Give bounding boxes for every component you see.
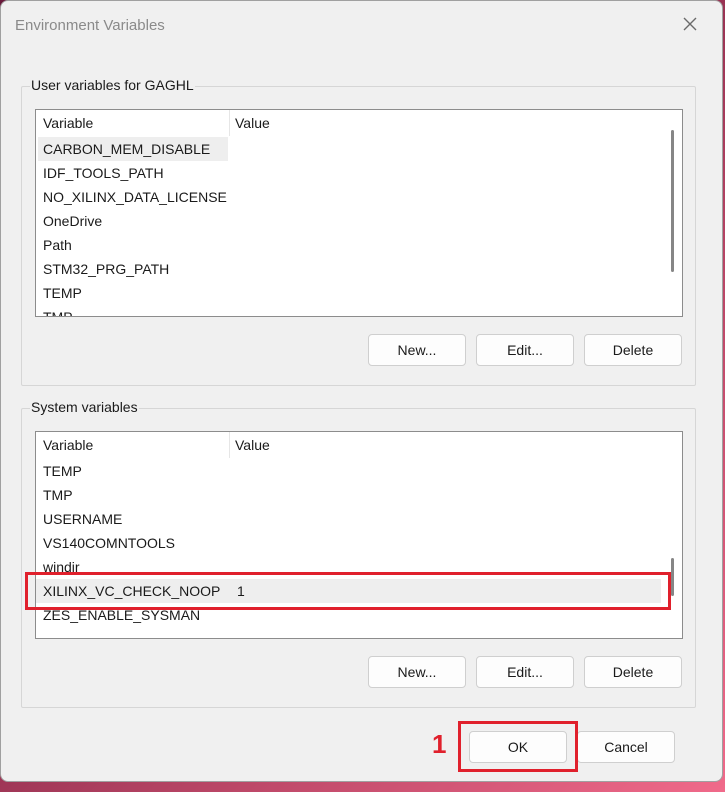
- column-header-variable[interactable]: Variable: [43, 437, 93, 453]
- system-new-button[interactable]: New...: [368, 656, 466, 688]
- user-variables-group: User variables for GAGHL Variable Value …: [21, 77, 696, 386]
- column-header-variable[interactable]: Variable: [43, 115, 93, 131]
- column-header-value[interactable]: Value: [235, 437, 270, 453]
- table-row[interactable]: NO_XILINX_DATA_LICENSE: [36, 185, 661, 209]
- column-divider[interactable]: [229, 110, 230, 136]
- user-variables-label: User variables for GAGHL: [30, 77, 195, 93]
- window-title: Environment Variables: [15, 17, 165, 34]
- scrollbar-thumb[interactable]: [671, 558, 674, 596]
- table-row[interactable]: TEMP: [36, 281, 661, 305]
- close-icon[interactable]: [677, 11, 703, 37]
- environment-variables-dialog: Environment Variables User variables for…: [0, 0, 723, 782]
- scrollbar-thumb[interactable]: [671, 130, 674, 272]
- highlight-box-selected-row: [25, 572, 671, 610]
- column-divider[interactable]: [229, 432, 230, 458]
- column-header-value[interactable]: Value: [235, 115, 270, 131]
- table-row[interactable]: USERNAME: [36, 507, 661, 531]
- table-row[interactable]: TMP: [36, 483, 661, 507]
- table-row[interactable]: TMP: [36, 305, 661, 316]
- highlight-box-ok-button: [458, 721, 578, 772]
- list-header: Variable Value: [36, 432, 661, 459]
- cancel-button[interactable]: Cancel: [577, 731, 675, 763]
- user-edit-button[interactable]: Edit...: [476, 334, 574, 366]
- table-row[interactable]: OneDrive: [36, 209, 661, 233]
- table-row[interactable]: CARBON_MEM_DISABLE: [36, 137, 661, 161]
- table-row[interactable]: IDF_TOOLS_PATH: [36, 161, 661, 185]
- user-new-button[interactable]: New...: [368, 334, 466, 366]
- step-number-label: 1: [432, 729, 447, 759]
- list-header: Variable Value: [36, 110, 661, 137]
- user-variables-list[interactable]: Variable Value CARBON_MEM_DISABLE IDF_TO…: [35, 109, 683, 317]
- system-variables-group: System variables Variable Value TEMP TMP…: [21, 399, 696, 708]
- system-variables-label: System variables: [30, 399, 139, 415]
- user-delete-button[interactable]: Delete: [584, 334, 682, 366]
- table-row[interactable]: TEMP: [36, 459, 661, 483]
- vertical-scrollbar[interactable]: [662, 110, 682, 316]
- system-edit-button[interactable]: Edit...: [476, 656, 574, 688]
- table-row[interactable]: STM32_PRG_PATH: [36, 257, 661, 281]
- system-delete-button[interactable]: Delete: [584, 656, 682, 688]
- table-row[interactable]: Path: [36, 233, 661, 257]
- table-row[interactable]: VS140COMNTOOLS: [36, 531, 661, 555]
